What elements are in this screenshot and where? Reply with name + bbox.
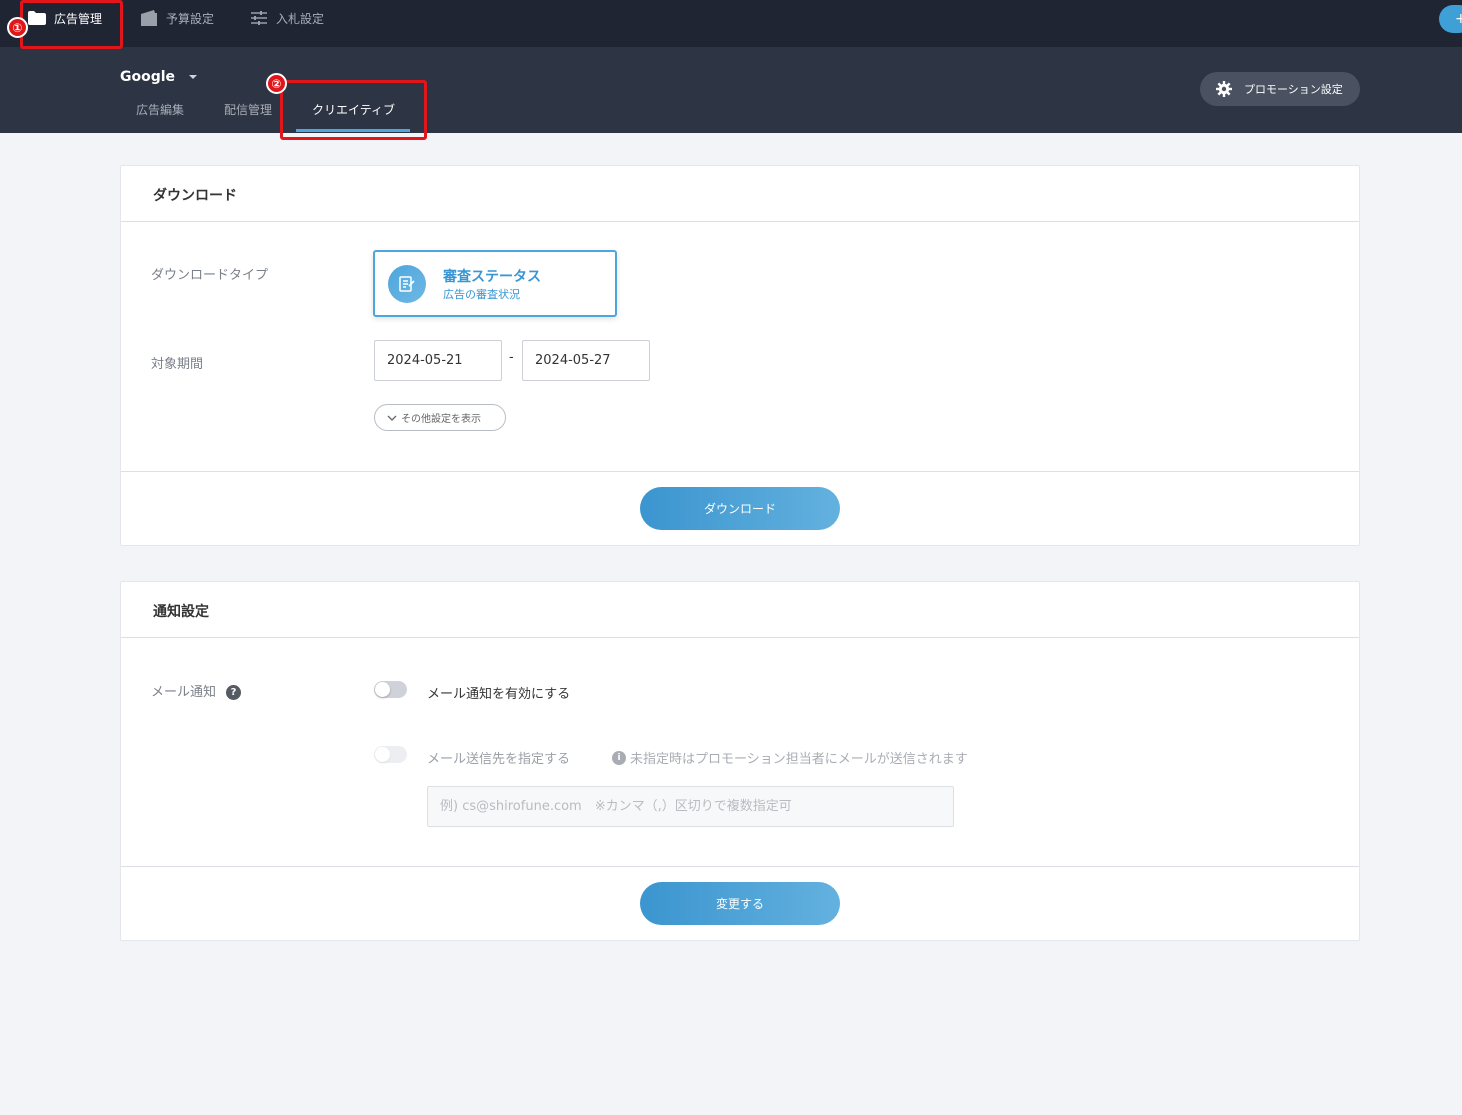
promotion-settings-label: プロモーション設定	[1244, 83, 1343, 96]
divider	[121, 637, 1359, 638]
period-label: 対象期間	[151, 357, 204, 372]
caret-down-icon	[189, 75, 198, 79]
provider-selector[interactable]: Google	[120, 69, 198, 85]
date-to-input[interactable]: 2024-05-27	[522, 340, 650, 381]
download-type-title: 審査ステータス	[443, 269, 541, 285]
show-more-settings-button[interactable]: その他設定を表示	[374, 404, 506, 431]
sliders-icon	[250, 9, 268, 27]
download-type-option-review-status[interactable]: 審査ステータス 広告の審査状況	[373, 250, 617, 317]
help-icon[interactable]: ?	[226, 685, 242, 700]
email-recipient-input[interactable]: 例) cs@shirofune.com ※カンマ（,）区切りで複数指定可	[427, 786, 954, 827]
email-recipient-toggle[interactable]	[374, 746, 407, 763]
download-type-label: ダウンロードタイプ	[151, 268, 269, 283]
download-card: ダウンロード ダウンロードタイプ 審査ステータス 広告の審査状況 対象期間 20…	[120, 165, 1360, 546]
date-separator: -	[509, 350, 514, 365]
nav-label: 入札設定	[276, 11, 325, 26]
wallet-icon	[140, 9, 158, 27]
annotation-box-1	[20, 0, 123, 49]
gear-icon	[1216, 81, 1232, 97]
toggle-knob	[375, 747, 390, 762]
promotion-settings-button[interactable]: プロモーション設定	[1200, 72, 1360, 106]
divider	[121, 471, 1359, 472]
date-from-input[interactable]: 2024-05-21	[374, 340, 502, 381]
divider	[121, 866, 1359, 867]
tab-ad-edit[interactable]: 広告編集	[136, 101, 184, 118]
divider	[121, 221, 1359, 222]
download-type-subtitle: 広告の審査状況	[443, 288, 520, 301]
notification-card-title: 通知設定	[153, 604, 209, 620]
info-icon: i	[612, 750, 626, 765]
edit-document-icon	[388, 265, 426, 303]
nav-item-budget-settings[interactable]: 予算設定	[140, 0, 214, 36]
top-navigation: 広告管理 予算設定 入札設定 +	[0, 0, 1462, 47]
provider-name: Google	[120, 69, 176, 85]
sub-header: Google 広告編集 配信管理 クリエイティブ プロモーション設定	[0, 47, 1462, 133]
annotation-badge-2: ②	[266, 73, 287, 94]
show-more-settings-label: その他設定を表示	[401, 414, 481, 425]
nav-label: 予算設定	[166, 11, 215, 26]
chevron-down-icon	[387, 415, 397, 421]
add-button[interactable]: +	[1439, 5, 1462, 33]
email-notification-toggle[interactable]	[374, 681, 407, 698]
email-notification-toggle-label: メール通知を有効にする	[427, 687, 571, 702]
recipient-hint: i 未指定時はプロモーション担当者にメールが送信されます	[612, 748, 968, 767]
download-button[interactable]: ダウンロード	[640, 487, 840, 530]
toggle-knob	[375, 682, 390, 697]
change-button[interactable]: 変更する	[640, 882, 840, 925]
notification-card: 通知設定 メール通知? メール通知を有効にする メール送信先を指定する i 未指…	[120, 581, 1360, 941]
annotation-badge-1: ①	[7, 17, 28, 38]
recipient-hint-text: 未指定時はプロモーション担当者にメールが送信されます	[630, 752, 968, 767]
nav-item-bid-settings[interactable]: 入札設定	[250, 0, 324, 36]
tab-delivery-management[interactable]: 配信管理	[224, 101, 272, 118]
email-notification-label-row: メール通知?	[151, 681, 242, 700]
download-card-title: ダウンロード	[153, 188, 237, 204]
annotation-box-2	[280, 80, 427, 140]
email-notification-label: メール通知	[151, 685, 217, 700]
email-recipient-toggle-label: メール送信先を指定する	[427, 752, 571, 767]
